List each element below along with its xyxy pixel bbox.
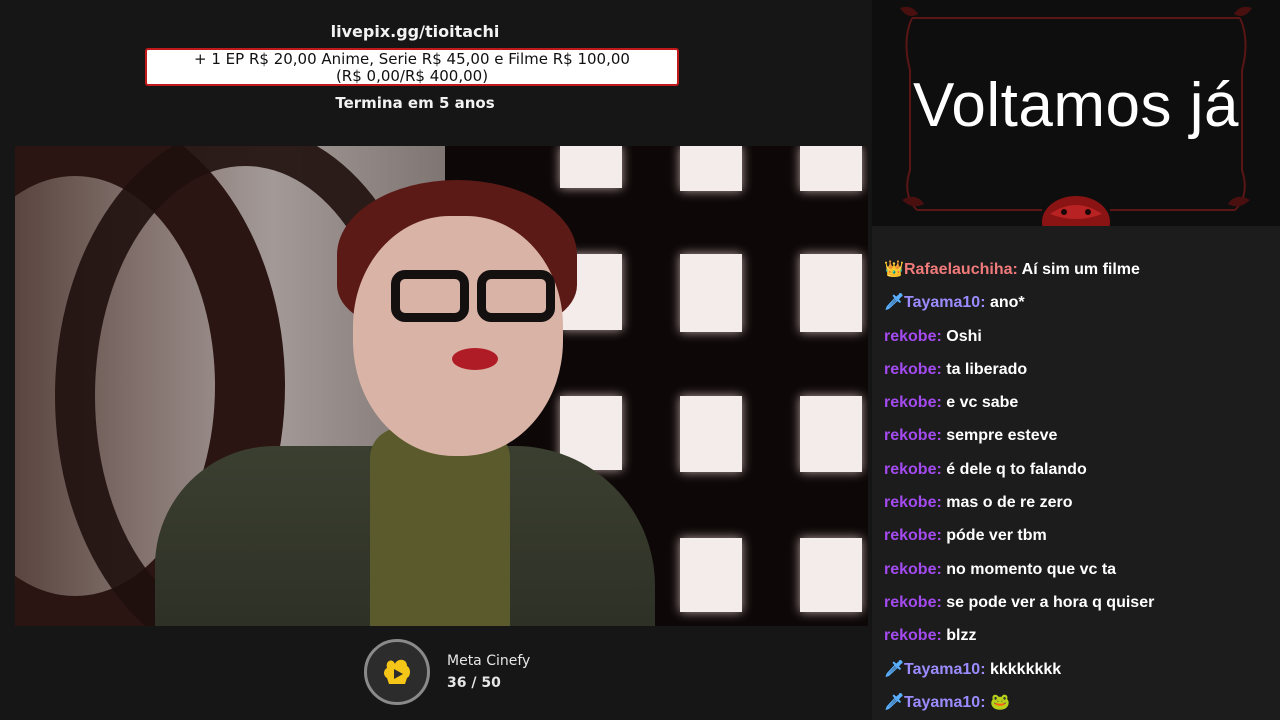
donation-goal-box: + 1 EP R$ 20,00 Anime, Serie R$ 45,00 e … bbox=[145, 48, 679, 86]
chat-message: rekobe: ta liberado bbox=[884, 353, 1276, 386]
crown-icon: 👑 bbox=[884, 261, 904, 278]
goal-ends-text: Termina em 5 anos bbox=[335, 94, 495, 112]
chat-separator: : bbox=[980, 294, 990, 312]
chat-text: kkkkkkkk bbox=[989, 660, 1062, 678]
chat-separator: : bbox=[936, 494, 947, 512]
meta-cinefy-badge bbox=[364, 639, 430, 705]
goal-line-2: (R$ 0,00/R$ 400,00) bbox=[335, 67, 489, 85]
meta-count: 36 / 50 bbox=[447, 675, 501, 691]
chat-separator: : bbox=[936, 360, 947, 378]
chat-message: rekobe: blzz bbox=[884, 619, 1276, 652]
chat-separator: : bbox=[936, 527, 947, 545]
chat-username[interactable]: rekobe bbox=[884, 627, 936, 644]
side-panel: Voltamos já 👑Rafaelauchiha: Aí sim um fi… bbox=[872, 0, 1280, 720]
stream-area: livepix.gg/tioitachi + 1 EP R$ 20,00 Ani… bbox=[0, 0, 870, 720]
goal-line-1: + 1 EP R$ 20,00 Anime, Serie R$ 45,00 e … bbox=[194, 50, 630, 68]
chat-text: mas o de re zero bbox=[946, 494, 1073, 512]
stage-light bbox=[800, 396, 862, 472]
chat-text: ano* bbox=[989, 294, 1025, 312]
chat-message: rekobe: mas o de re zero bbox=[884, 486, 1276, 519]
chat-text: e vc sabe bbox=[946, 394, 1019, 412]
chat-username[interactable]: rekobe bbox=[884, 394, 936, 411]
person-lips bbox=[452, 348, 498, 370]
banner-title: Voltamos já bbox=[912, 71, 1239, 140]
chat-text: póde ver tbm bbox=[946, 527, 1047, 545]
chat-username[interactable]: rekobe bbox=[884, 461, 936, 478]
chat-separator: : bbox=[980, 693, 990, 711]
person-face bbox=[353, 216, 563, 456]
chat-message: rekobe: se pode ver a hora q quiser bbox=[884, 586, 1276, 619]
sword-icon: 🗡 bbox=[884, 294, 905, 312]
chat-message: 🗡Tayama10: ano* bbox=[884, 286, 1276, 319]
chat-username[interactable]: Tayama10 bbox=[904, 694, 980, 711]
chat-message: rekobe: é dele q to falando bbox=[884, 453, 1276, 486]
chat-separator: : bbox=[936, 593, 947, 611]
sword-icon: 🗡 bbox=[884, 693, 905, 711]
stage-light bbox=[800, 146, 862, 191]
stage-light bbox=[560, 146, 622, 188]
meta-title: Meta Cinefy bbox=[447, 653, 531, 669]
chat-separator: : bbox=[936, 560, 947, 578]
chat-separator: : bbox=[936, 427, 947, 445]
chat-separator: : bbox=[980, 660, 990, 678]
chat-separator: : bbox=[936, 327, 947, 345]
chat-text: sempre esteve bbox=[946, 427, 1058, 445]
stage-light bbox=[680, 146, 742, 191]
chat-username[interactable]: rekobe bbox=[884, 594, 936, 611]
glasses-right-lens bbox=[477, 270, 555, 322]
chat-text: no momento que vc ta bbox=[946, 560, 1117, 578]
chat-message: rekobe: Oshi bbox=[884, 320, 1276, 353]
chat-message: rekobe: no momento que vc ta bbox=[884, 553, 1276, 586]
chat-message: 🗡Tayama10: kkkkkkkk bbox=[884, 653, 1276, 686]
chat-message: rekobe: sempre esteve bbox=[884, 419, 1276, 452]
chat-username[interactable]: rekobe bbox=[884, 361, 936, 378]
chat-text: ta liberado bbox=[946, 360, 1028, 378]
chat-separator: : bbox=[1012, 261, 1022, 278]
video-frame[interactable] bbox=[15, 146, 868, 626]
chat-separator: : bbox=[936, 394, 947, 412]
chat-username[interactable]: rekobe bbox=[884, 328, 936, 345]
chat-text: é dele q to falando bbox=[946, 460, 1087, 478]
stage-light bbox=[800, 254, 862, 332]
chat-text: Aí sim um filme bbox=[1021, 261, 1140, 278]
chat-username[interactable]: rekobe bbox=[884, 561, 936, 578]
person-turtleneck bbox=[370, 428, 510, 626]
donation-url[interactable]: livepix.gg/tioitachi bbox=[0, 22, 830, 41]
brb-banner: Voltamos já bbox=[872, 0, 1280, 226]
chat-username[interactable]: Rafaelauchiha bbox=[904, 261, 1012, 278]
chat-separator: : bbox=[936, 460, 947, 478]
chat-message: 🗡Tayama10: 🐸 bbox=[884, 686, 1276, 719]
stage-light bbox=[800, 538, 862, 612]
chat-separator: : bbox=[936, 627, 947, 645]
chat-list: 👑Rafaelauchiha: Aí sim um filme 🗡Tayama10… bbox=[884, 253, 1276, 719]
chat-username[interactable]: Tayama10 bbox=[904, 661, 980, 678]
cinefy-icon bbox=[384, 659, 410, 684]
chat-text: 🐸 bbox=[989, 693, 1010, 711]
glasses-left-lens bbox=[391, 270, 469, 322]
stage-light bbox=[680, 254, 742, 332]
sword-icon: 🗡 bbox=[884, 660, 905, 678]
chat-text: se pode ver a hora q quiser bbox=[946, 593, 1155, 611]
chat-message: 👑Rafaelauchiha: Aí sim um filme bbox=[884, 253, 1276, 286]
chat-text: Oshi bbox=[946, 327, 982, 345]
chat-text: blzz bbox=[946, 627, 977, 645]
chat-username[interactable]: rekobe bbox=[884, 527, 936, 544]
chat-username[interactable]: rekobe bbox=[884, 427, 936, 444]
chat-message: rekobe: e vc sabe bbox=[884, 386, 1276, 419]
chat-message: rekobe: póde ver tbm bbox=[884, 519, 1276, 552]
stage-light bbox=[680, 396, 742, 472]
stage-light bbox=[680, 538, 742, 612]
chat-username[interactable]: rekobe bbox=[884, 494, 936, 511]
chat-username[interactable]: Tayama10 bbox=[904, 294, 980, 311]
